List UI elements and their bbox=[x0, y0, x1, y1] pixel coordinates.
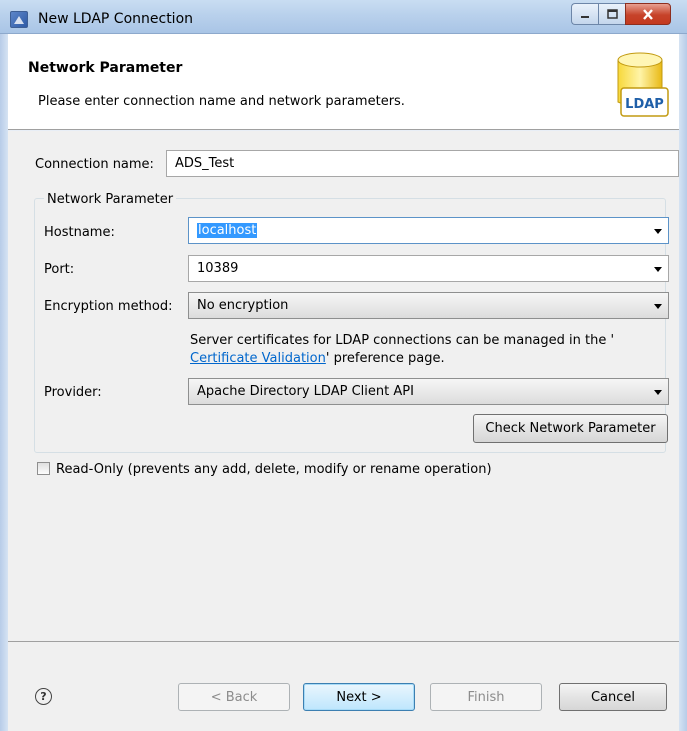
app-icon bbox=[10, 11, 28, 28]
dialog-window: New LDAP Connection Network Parameter Pl… bbox=[0, 0, 687, 731]
note-text-suffix: ' preference page. bbox=[325, 351, 445, 366]
check-network-parameter-button[interactable]: Check Network Parameter bbox=[473, 414, 668, 443]
minimize-button[interactable] bbox=[571, 3, 598, 25]
provider-label: Provider: bbox=[44, 385, 102, 400]
wizard-header: Network Parameter Please enter connectio… bbox=[8, 34, 679, 130]
window-frame-right bbox=[679, 34, 687, 731]
encryption-method-label: Encryption method: bbox=[44, 299, 173, 314]
connection-name-label: Connection name: bbox=[35, 157, 154, 172]
window-frame-left bbox=[0, 34, 8, 731]
back-button[interactable]: < Back bbox=[178, 683, 290, 711]
certificate-note: Server certificates for LDAP connections… bbox=[190, 332, 660, 368]
chevron-down-icon[interactable] bbox=[654, 267, 662, 272]
read-only-checkbox[interactable] bbox=[37, 462, 50, 475]
maximize-icon bbox=[606, 9, 618, 19]
connection-name-input[interactable]: ADS_Test bbox=[166, 150, 679, 177]
chevron-down-icon[interactable] bbox=[654, 390, 662, 395]
chevron-down-icon[interactable] bbox=[654, 304, 662, 309]
hostname-label: Hostname: bbox=[44, 225, 115, 240]
window-title: New LDAP Connection bbox=[38, 11, 194, 27]
cancel-button[interactable]: Cancel bbox=[559, 683, 667, 711]
certificate-validation-link[interactable]: Certificate Validation bbox=[190, 351, 326, 366]
hostname-value: localhost bbox=[197, 223, 258, 238]
close-icon bbox=[643, 8, 653, 20]
hostname-combo[interactable]: localhost bbox=[188, 217, 669, 244]
provider-value: Apache Directory LDAP Client API bbox=[197, 384, 414, 399]
title-bar[interactable]: New LDAP Connection bbox=[0, 0, 687, 34]
read-only-label: Read-Only (prevents any add, delete, mod… bbox=[56, 462, 492, 477]
minimize-icon bbox=[581, 16, 589, 18]
port-value: 10389 bbox=[197, 261, 239, 276]
maximize-button[interactable] bbox=[598, 3, 625, 25]
port-label: Port: bbox=[44, 262, 75, 277]
window-controls bbox=[571, 3, 671, 25]
port-combo[interactable]: 10389 bbox=[188, 255, 669, 282]
finish-button[interactable]: Finish bbox=[430, 683, 542, 711]
ldap-badge-text: LDAP bbox=[625, 97, 664, 112]
ldap-database-icon: LDAP bbox=[617, 52, 669, 117]
page-title: Network Parameter bbox=[28, 60, 183, 76]
provider-select[interactable]: Apache Directory LDAP Client API bbox=[188, 378, 669, 405]
chevron-down-icon[interactable] bbox=[654, 229, 662, 234]
close-button[interactable] bbox=[625, 3, 671, 25]
page-description: Please enter connection name and network… bbox=[38, 94, 405, 109]
next-button[interactable]: Next > bbox=[303, 683, 415, 711]
encryption-method-select[interactable]: No encryption bbox=[188, 292, 669, 319]
encryption-method-value: No encryption bbox=[197, 298, 289, 313]
group-title: Network Parameter bbox=[44, 192, 177, 207]
note-text-prefix: Server certificates for LDAP connections… bbox=[190, 333, 615, 348]
help-icon[interactable]: ? bbox=[35, 688, 52, 705]
